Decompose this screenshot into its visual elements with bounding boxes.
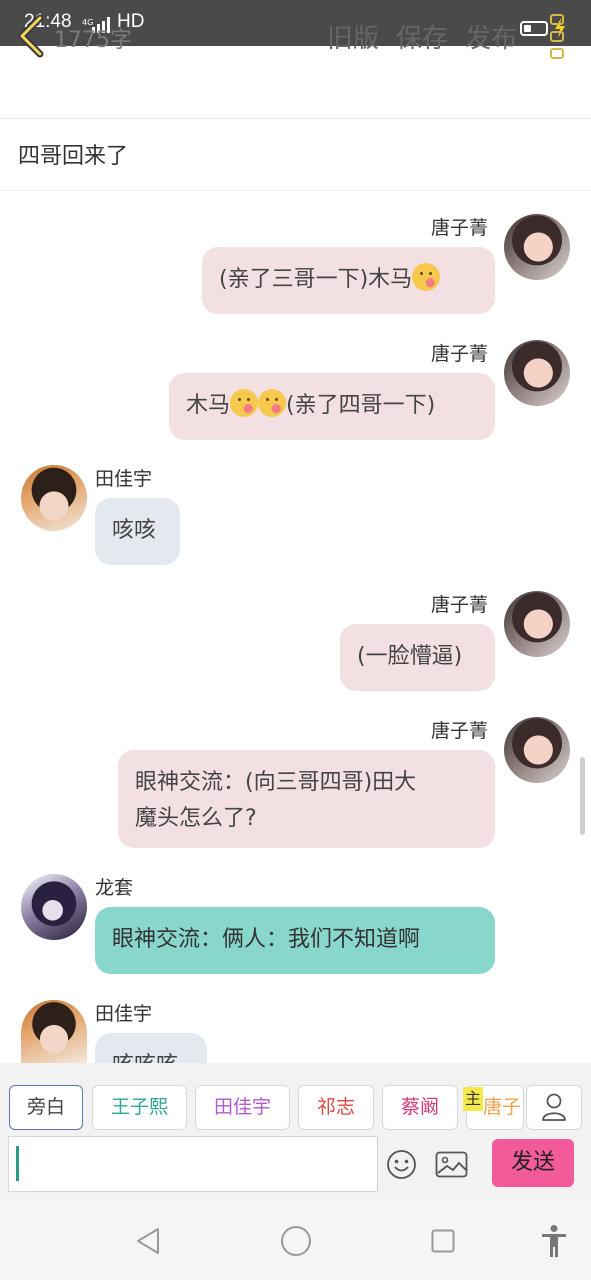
publish-button[interactable]: 发布 [465,18,517,55]
message-text: (亲了四哥一下) [286,393,436,418]
avatar[interactable] [504,340,570,406]
avatar[interactable] [504,214,570,280]
chip-narrator[interactable]: 旁白 [9,1085,83,1130]
message-text: 咳咳 [112,518,157,543]
image-icon[interactable] [435,1151,468,1178]
kiss-emoji-icon [230,389,259,417]
chip-character[interactable]: 王子熙 [92,1085,187,1130]
avatar[interactable] [21,1000,87,1063]
more-icon[interactable] [546,12,570,62]
avatar[interactable] [21,465,87,531]
main-character-badge: 主 [463,1087,483,1111]
message-bubble[interactable]: 咳咳咳 [95,1033,207,1063]
battery-icon [520,21,548,36]
sender-name: 龙套 [95,877,134,899]
save-button[interactable]: 保存 [396,18,448,55]
sender-name: 田佳宇 [95,468,153,490]
message-text: (亲了三哥一下)木马 [219,267,413,292]
square-recent-icon[interactable] [431,1229,455,1253]
story-title[interactable]: 四哥回来了 [18,138,128,170]
editor-toolbar [0,46,591,119]
sender-name: 唐子菁 [431,720,489,742]
divider [0,190,591,191]
smiley-icon[interactable] [386,1149,417,1180]
chip-character[interactable]: 祁志 [298,1085,374,1130]
message-text: (一脸懵逼) [357,644,463,669]
add-character-button[interactable] [526,1085,582,1130]
message-text: 咳咳咳 [112,1053,178,1063]
scrollbar[interactable] [580,757,585,835]
message-bubble[interactable]: (一脸懵逼) [340,624,495,691]
chip-character[interactable]: 田佳宇 [195,1085,290,1130]
accessibility-icon[interactable] [540,1224,568,1258]
message-text: 木马 [186,393,231,418]
kiss-emoji-icon [258,389,287,417]
message-text: 眼神交流：俩人：我们不知道啊 [112,927,421,952]
user-icon [542,1093,566,1121]
chip-character[interactable]: 蔡阚 [382,1085,458,1130]
message-bubble[interactable]: 眼神交流：俩人：我们不知道啊 [95,907,495,974]
message-input[interactable] [8,1136,378,1192]
message-bubble[interactable]: 木马 (亲了四哥一下) [169,373,495,440]
sender-name: 唐子菁 [431,594,489,616]
send-button[interactable]: 发送 [492,1139,574,1187]
avatar[interactable] [504,717,570,783]
back-icon[interactable] [14,14,48,58]
message-clip: 咳咳咳 [95,1033,207,1063]
triangle-back-icon[interactable] [135,1226,161,1256]
sender-name: 田佳宇 [95,1003,153,1025]
message-bubble[interactable]: (亲了三哥一下)木马 [202,247,495,314]
old-version-button[interactable]: 旧版 [327,18,379,55]
message-text: 眼神交流：(向三哥四哥)田大 [135,770,417,795]
sender-name: 唐子菁 [431,217,489,239]
circle-home-icon[interactable] [280,1225,312,1257]
message-bubble[interactable]: 眼神交流：(向三哥四哥)田大 魔头怎么了? [118,750,495,848]
kiss-emoji-icon [412,263,441,291]
message-text: 魔头怎么了? [135,806,257,831]
avatar[interactable] [21,874,87,940]
word-count: 1775字 [54,28,132,53]
message-bubble[interactable]: 咳咳 [95,498,180,565]
avatar[interactable] [504,591,570,657]
text-caret [16,1146,19,1181]
sender-name: 唐子菁 [431,343,489,365]
